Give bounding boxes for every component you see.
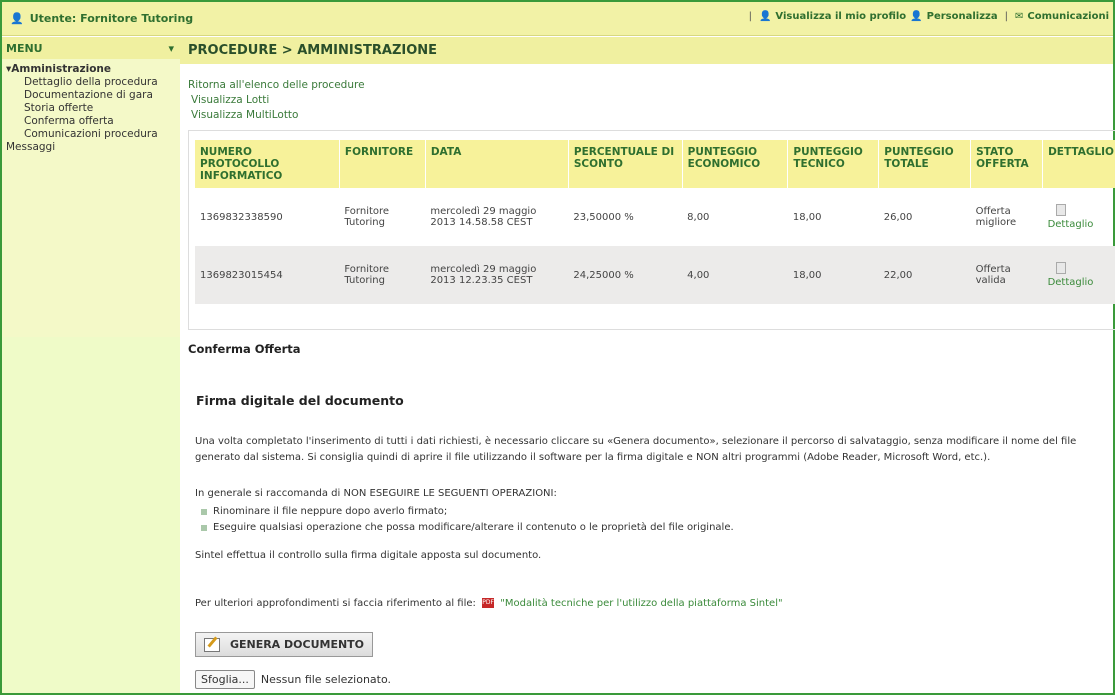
document-icon[interactable] — [1055, 204, 1066, 216]
edit-icon — [203, 637, 220, 652]
offers-table-wrap: NUMERO PROTOCOLLO INFORMATICO FORNITORE … — [188, 130, 1115, 330]
cell-totale: 22,00 — [878, 246, 971, 304]
user-icon: 👤 — [10, 12, 24, 25]
menu-item-comunicazioni[interactable]: Comunicazioni procedura — [6, 128, 180, 141]
section-heading: Firma digitale del documento — [196, 393, 404, 408]
dettaglio-link[interactable]: Dettaglio — [1048, 277, 1094, 288]
list-item-text: Rinominare il file neppure dopo averlo f… — [213, 506, 448, 517]
cell-data: mercoledì 29 maggio 2013 14.58.58 CEST — [430, 206, 537, 228]
pdf-icon[interactable]: PDF — [482, 598, 495, 608]
list-item: Rinominare il file neppure dopo averlo f… — [195, 504, 1110, 520]
cell-data: mercoledì 29 maggio 2013 12.23.35 CEST — [425, 246, 569, 304]
top-bar: 👤 Utente: Fornitore Tutoring | 👤 Visuali… — [2, 2, 1113, 36]
cell-tecnico: 18,00 — [792, 211, 822, 223]
table-header-row: NUMERO PROTOCOLLO INFORMATICO FORNITORE … — [195, 140, 1115, 188]
comms-icon: ✉ — [1014, 11, 1024, 22]
cell-tecnico: 18,00 — [787, 246, 879, 304]
document-icon[interactable] — [1055, 262, 1066, 274]
menu-item-messaggi[interactable]: Messaggi — [6, 141, 180, 154]
comms-link[interactable]: Comunicazioni — [1027, 11, 1109, 22]
menu-label: MENU — [6, 41, 43, 55]
user-info: 👤 Utente: Fornitore Tutoring — [10, 12, 193, 25]
confirm-section: Conferma Offerta Firma digitale del docu… — [188, 342, 1113, 689]
cell-stato: Offerta migliore — [975, 206, 1017, 228]
reference-text: Per ulteriori approfondimenti si faccia … — [195, 598, 476, 609]
top-links: | 👤 Visualizza il mio profilo 👤 Personal… — [748, 11, 1109, 22]
warning-text: In generale si raccomanda di NON ESEGUIR… — [195, 488, 557, 499]
list-item-text: Eseguire qualsiasi operazione che possa … — [213, 522, 734, 533]
col-protocollo: NUMERO PROTOCOLLO INFORMATICO — [195, 140, 340, 188]
table-row: 1369832338590 Fornitore Tutoring mercole… — [195, 188, 1115, 246]
cell-economico: 4,00 — [682, 246, 788, 304]
generate-label: GENERA DOCUMENTO — [229, 638, 365, 651]
instructions-text: Una volta completato l'inserimento di tu… — [195, 436, 1077, 463]
dettaglio-link[interactable]: Dettaglio — [1048, 219, 1094, 230]
no-file-text: Nessun file selezionato. — [260, 673, 392, 686]
cell-protocollo: 1369823015454 — [195, 246, 340, 304]
col-sconto: PERCENTUALE DI SCONTO — [568, 140, 683, 188]
pdf-link[interactable]: "Modalità tecniche per l'utilizzo della … — [500, 598, 782, 609]
cell-fornitore: Fornitore Tutoring — [339, 246, 426, 304]
procedure-links: Ritorna all'elenco delle procedure Visua… — [188, 78, 365, 123]
col-tecnico: PUNTEGGIO TECNICO — [787, 140, 880, 188]
customize-link[interactable]: Personalizza — [927, 11, 998, 22]
browse-button[interactable]: Sfoglia... — [195, 670, 255, 689]
link-multilotto[interactable]: Visualizza MultiLotto — [188, 108, 365, 123]
menu-item-dettaglio[interactable]: Dettaglio della procedura — [6, 76, 180, 89]
warning-list: Rinominare il file neppure dopo averlo f… — [195, 504, 1110, 536]
col-dettaglio: DETTAGLIO — [1042, 140, 1115, 188]
link-back[interactable]: Ritorna all'elenco delle procedure — [188, 78, 365, 93]
cell-sconto: 24,25000 % — [568, 246, 683, 304]
generate-document-button[interactable]: GENERA DOCUMENTO — [195, 632, 373, 657]
cell-totale: 26,00 — [883, 211, 913, 223]
check-text: Sintel effettua il controllo sulla firma… — [195, 550, 542, 561]
user-label: Utente: Fornitore Tutoring — [29, 12, 194, 25]
sidebar-fill — [2, 337, 180, 693]
menu-item-storia[interactable]: Storia offerte — [6, 102, 180, 115]
col-totale: PUNTEGGIO TOTALE — [878, 140, 972, 188]
table-row: 1369823015454 Fornitore Tutoring mercole… — [195, 246, 1115, 304]
cell-economico: 8,00 — [687, 211, 710, 223]
col-economico: PUNTEGGIO ECONOMICO — [682, 140, 789, 188]
reference-line: Per ulteriori approfondimenti si faccia … — [195, 596, 1110, 612]
menu-header[interactable]: MENU ▾ — [2, 37, 180, 59]
section-title: Conferma Offerta — [188, 342, 301, 356]
sidebar: MENU ▾ ▾Amministrazione Dettaglio della … — [2, 37, 180, 693]
cell-sconto: 23,50000 % — [573, 211, 634, 223]
col-fornitore: FORNITORE — [339, 140, 426, 188]
link-lotti[interactable]: Visualizza Lotti — [188, 93, 365, 108]
menu-item-documentazione[interactable]: Documentazione di gara — [6, 89, 180, 102]
cell-fornitore: Fornitore Tutoring — [344, 206, 390, 228]
cell-protocollo: 1369832338590 — [200, 211, 283, 223]
file-input: Sfoglia... Nessun file selezionato. — [195, 670, 391, 689]
col-stato: STATO OFFERTA — [970, 140, 1044, 188]
profile-icon: 👤 — [758, 11, 772, 22]
customize-icon: 👤 — [910, 11, 923, 22]
profile-link[interactable]: Visualizza il mio profilo — [775, 11, 906, 22]
cell-dettaglio[interactable]: Dettaglio — [1043, 188, 1115, 246]
menu-item-conferma[interactable]: Conferma offerta — [6, 115, 180, 128]
offers-table: NUMERO PROTOCOLLO INFORMATICO FORNITORE … — [195, 140, 1115, 304]
cell-stato: Offerta valida — [970, 246, 1043, 304]
cell-dettaglio[interactable]: Dettaglio — [1042, 246, 1115, 304]
menu-list: ▾Amministrazione Dettaglio della procedu… — [2, 59, 180, 154]
col-data: DATA — [425, 140, 569, 188]
chevron-down-icon[interactable]: ▾ — [168, 42, 174, 55]
page-title: PROCEDURE > AMMINISTRAZIONE — [180, 37, 1113, 64]
list-item: Eseguire qualsiasi operazione che possa … — [195, 520, 1110, 536]
menu-group-amministrazione[interactable]: ▾Amministrazione — [6, 63, 180, 76]
